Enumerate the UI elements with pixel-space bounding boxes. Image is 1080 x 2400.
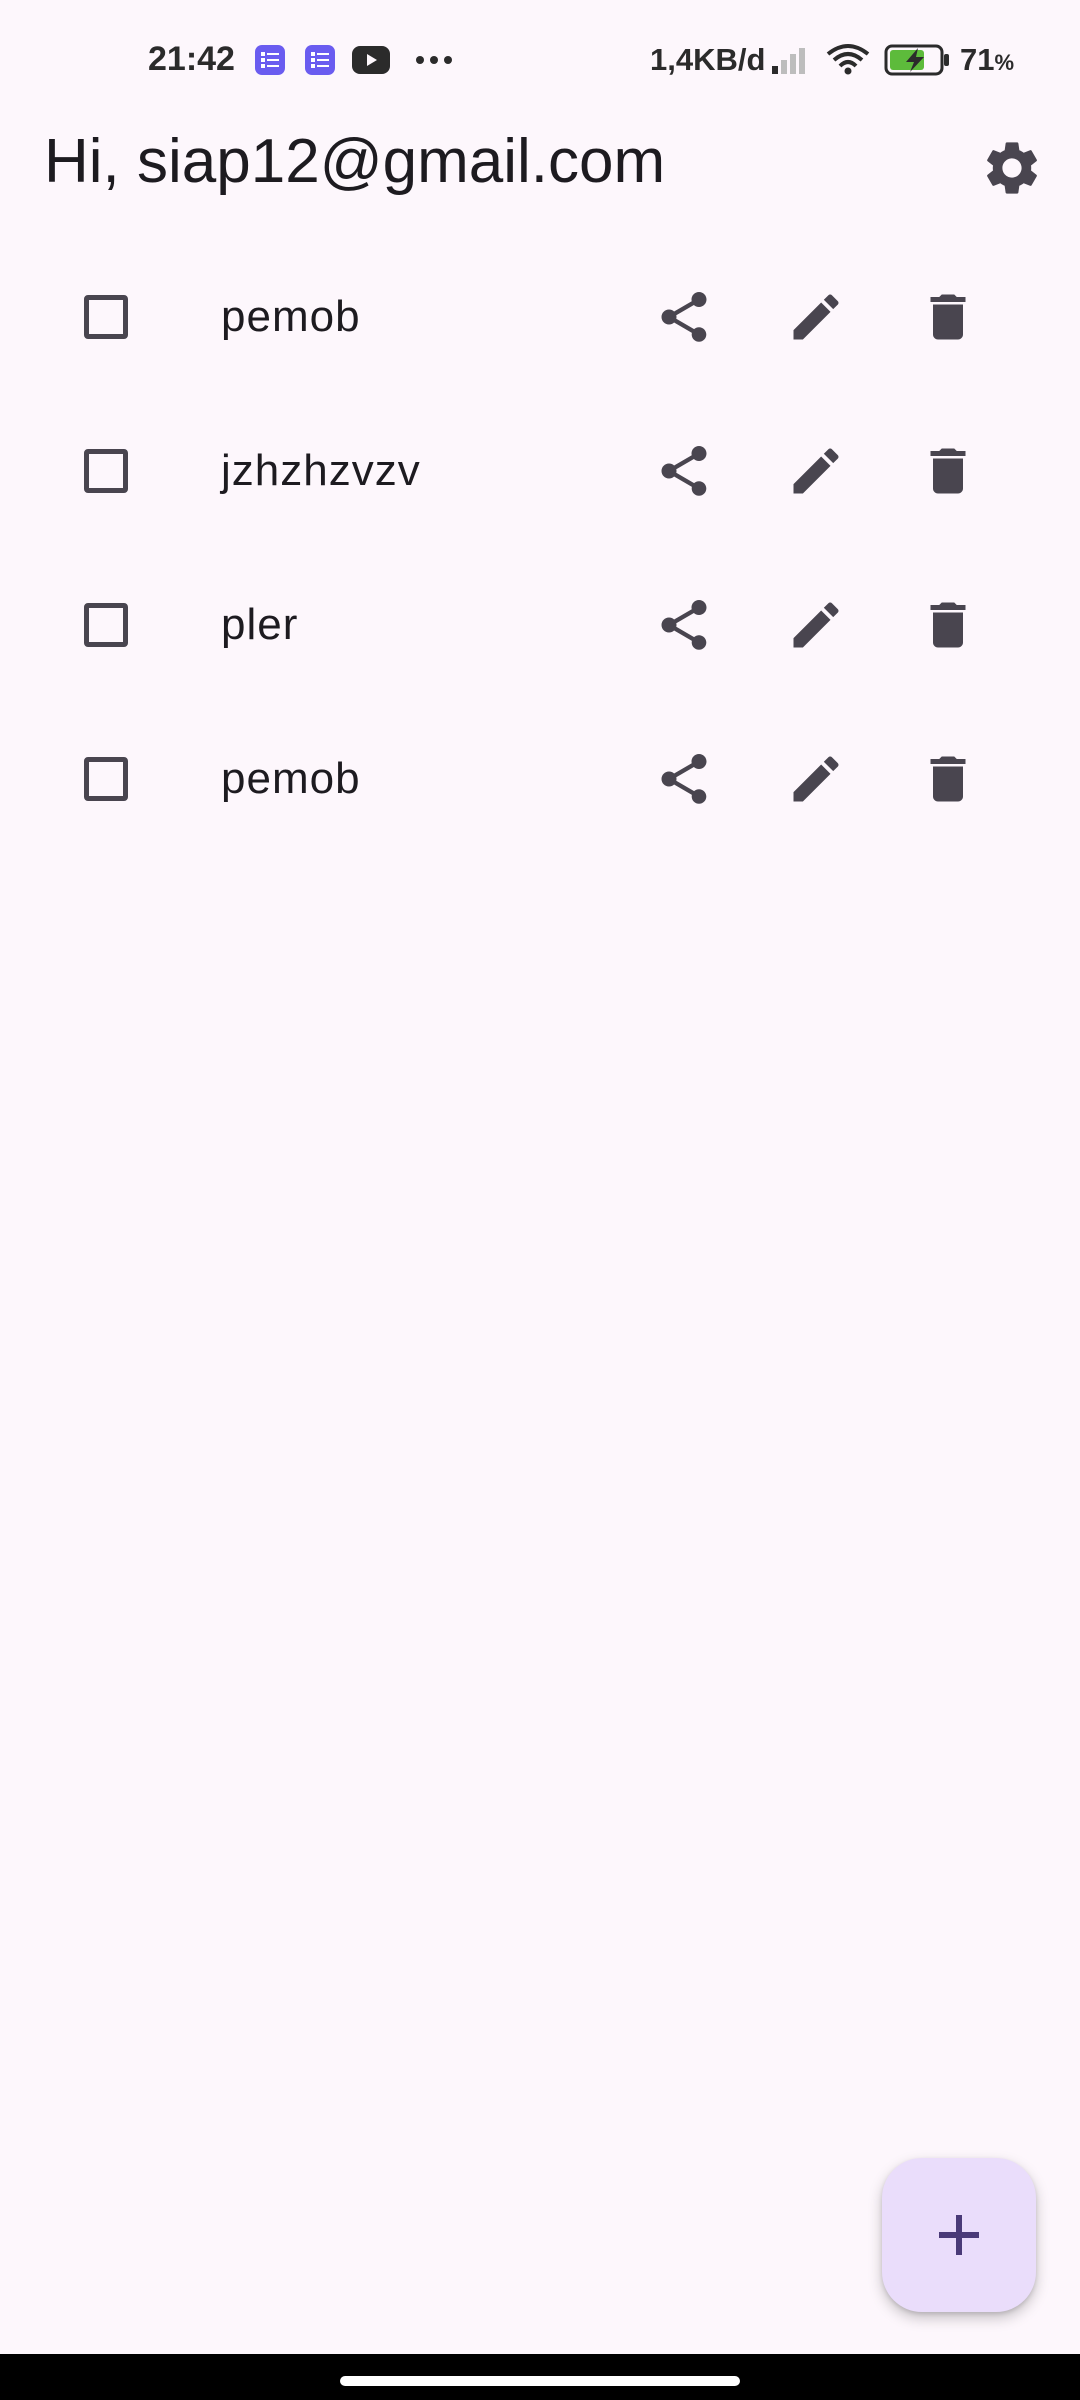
notes-app-icon <box>305 45 335 75</box>
todo-label: pemob <box>221 292 361 341</box>
edit-icon <box>793 602 839 648</box>
delete-button[interactable] <box>918 441 978 501</box>
app-screen: 21:42 1,4KB/d 71% Hi, siap12@gmail.com p… <box>0 0 1080 2400</box>
more-dots-icon <box>416 56 452 64</box>
edit-button[interactable] <box>786 749 846 809</box>
delete-button[interactable] <box>918 595 978 655</box>
gear-icon <box>987 142 1037 194</box>
greeting-title: Hi, siap12@gmail.com <box>44 127 666 196</box>
battery-percentage: 71% <box>960 42 1015 77</box>
settings-button[interactable] <box>980 136 1044 200</box>
share-icon <box>661 446 707 496</box>
notes-app-icon <box>255 45 285 75</box>
edit-button[interactable] <box>786 287 846 347</box>
battery-charging-icon <box>884 44 949 76</box>
edit-icon <box>793 756 839 802</box>
network-speed: 1,4KB/d <box>650 42 766 77</box>
list-item: pler <box>0 548 1080 702</box>
edit-icon <box>793 294 839 340</box>
delete-icon <box>930 602 966 648</box>
share-icon <box>661 754 707 804</box>
edit-icon <box>793 448 839 494</box>
todo-checkbox[interactable] <box>84 603 128 647</box>
status-time: 21:42 <box>148 40 235 78</box>
todo-label: pemob <box>221 754 361 803</box>
todo-checkbox[interactable] <box>84 449 128 493</box>
share-button[interactable] <box>654 441 714 501</box>
todo-checkbox[interactable] <box>84 757 128 801</box>
signal-icon <box>772 48 805 74</box>
share-icon <box>661 600 707 650</box>
share-button[interactable] <box>654 749 714 809</box>
todo-list: pemob jzhzhzvzv pler pemob <box>0 240 1080 856</box>
delete-button[interactable] <box>918 749 978 809</box>
delete-icon <box>930 294 966 340</box>
todo-label: pler <box>221 600 299 649</box>
delete-icon <box>930 756 966 802</box>
add-todo-button[interactable] <box>882 2158 1036 2312</box>
status-bar: 21:42 1,4KB/d 71% <box>0 0 1080 120</box>
delete-button[interactable] <box>918 287 978 347</box>
list-item: jzhzhzvzv <box>0 394 1080 548</box>
todo-label: jzhzhzvzv <box>221 446 421 495</box>
edit-button[interactable] <box>786 441 846 501</box>
plus-icon <box>939 2215 979 2255</box>
list-item: pemob <box>0 240 1080 394</box>
share-button[interactable] <box>654 595 714 655</box>
navigation-bar <box>0 2354 1080 2400</box>
youtube-icon <box>352 46 390 74</box>
todo-checkbox[interactable] <box>84 295 128 339</box>
delete-icon <box>930 448 966 494</box>
list-item: pemob <box>0 702 1080 856</box>
edit-button[interactable] <box>786 595 846 655</box>
share-icon <box>661 292 707 342</box>
home-gesture-handle[interactable] <box>340 2376 740 2386</box>
share-button[interactable] <box>654 287 714 347</box>
wifi-icon <box>826 44 870 75</box>
